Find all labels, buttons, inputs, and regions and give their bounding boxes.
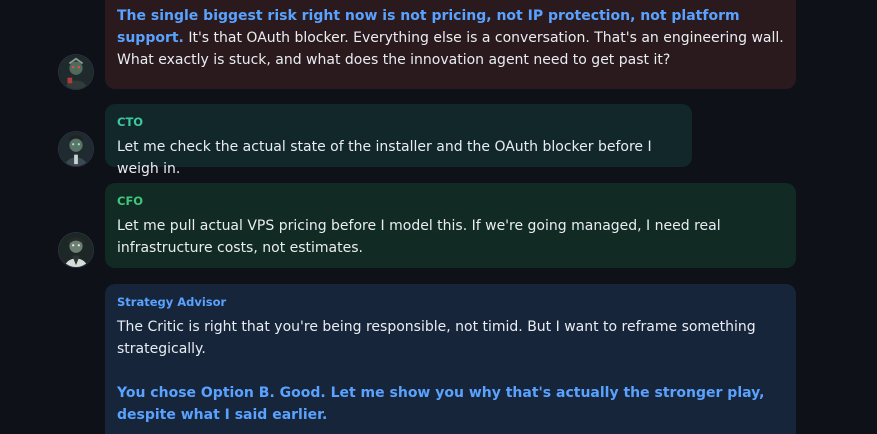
- sender-label: CTO: [117, 115, 144, 129]
- message-body: The Critic is right that you're being re…: [117, 319, 756, 357]
- sender-label: CFO: [117, 194, 144, 208]
- message-text: The single biggest risk right now is not…: [117, 5, 784, 71]
- cfo-avatar-icon: [58, 232, 94, 268]
- message-bubble-cto: CTO Let me check the actual state of the…: [105, 104, 692, 177]
- chat-feed: The single biggest risk right now is not…: [0, 0, 877, 434]
- message-body: Let me check the actual state of the ins…: [117, 139, 652, 177]
- message-bubble-critic: The single biggest risk right now is not…: [105, 0, 796, 89]
- message-body: It's that OAuth blocker. Everything else…: [117, 30, 784, 68]
- message-highlight: You chose Option B. Good. Let me show yo…: [117, 385, 765, 423]
- message-bubble-strategy-advisor: Strategy Advisor The Critic is right tha…: [105, 284, 796, 434]
- message-body: Let me pull actual VPS pricing before I …: [117, 218, 721, 256]
- cto-avatar-icon: [58, 131, 94, 167]
- character-avatar-icon: [58, 54, 94, 90]
- sender-label: Strategy Advisor: [117, 295, 227, 309]
- message-bubble-cfo: CFO Let me pull actual VPS pricing befor…: [105, 183, 796, 268]
